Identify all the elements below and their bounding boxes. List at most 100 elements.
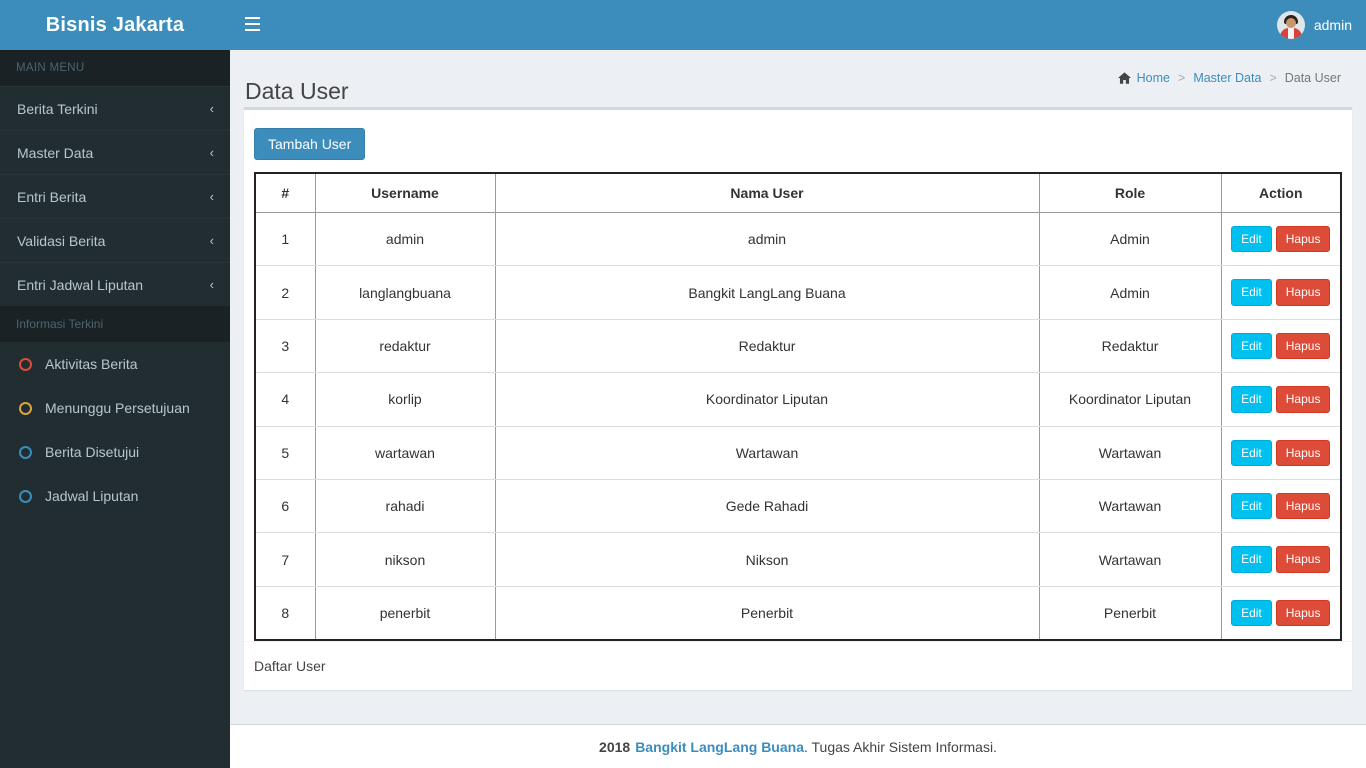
- chevron-left-icon: ‹: [210, 190, 214, 203]
- delete-button[interactable]: Hapus: [1276, 600, 1331, 626]
- cell-role: Wartawan: [1039, 426, 1221, 479]
- cell-username: langlangbuana: [315, 266, 495, 319]
- column-header-nama-user: Nama User: [495, 173, 1039, 213]
- edit-button[interactable]: Edit: [1231, 493, 1272, 519]
- column-header-role: Role: [1039, 173, 1221, 213]
- cell-no: 4: [255, 373, 315, 426]
- cell-role: Admin: [1039, 266, 1221, 319]
- sidebar-item-entri-jadwal-liputan[interactable]: Entri Jadwal Liputan ‹: [0, 262, 230, 306]
- cell-no: 6: [255, 479, 315, 532]
- edit-button[interactable]: Edit: [1231, 386, 1272, 412]
- table-body: 1adminadminAdminEditHapus2langlangbuanaB…: [255, 213, 1341, 641]
- edit-button[interactable]: Edit: [1231, 600, 1272, 626]
- chevron-left-icon: ‹: [210, 234, 214, 247]
- edit-button[interactable]: Edit: [1231, 546, 1272, 572]
- chevron-left-icon: ‹: [210, 146, 214, 159]
- sidebar-section-informasi-terkini: Informasi Terkini: [0, 306, 230, 342]
- sidebar-item-menunggu-persetujuan[interactable]: Menunggu Persetujuan: [0, 386, 230, 430]
- breadcrumb-current: Data User: [1285, 71, 1341, 85]
- cell-username: redaktur: [315, 319, 495, 372]
- edit-button[interactable]: Edit: [1231, 279, 1272, 305]
- cell-role: Redaktur: [1039, 319, 1221, 372]
- breadcrumb: Home > Master Data > Data User: [1118, 71, 1341, 85]
- content-header: Data User Home > Master Data > Data User: [230, 50, 1366, 105]
- edit-button[interactable]: Edit: [1231, 226, 1272, 252]
- brand-logo[interactable]: Bisnis Jakarta: [0, 0, 230, 50]
- cell-action: EditHapus: [1221, 479, 1341, 532]
- cell-username: wartawan: [315, 426, 495, 479]
- cell-username: korlip: [315, 373, 495, 426]
- table-row: 1adminadminAdminEditHapus: [255, 213, 1341, 266]
- sidebar-item-label: Master Data: [17, 145, 210, 161]
- app-root: Bisnis Jakarta MAIN MENU Berita Terkini …: [0, 0, 1366, 768]
- delete-button[interactable]: Hapus: [1276, 546, 1331, 572]
- cell-role: Admin: [1039, 213, 1221, 266]
- edit-button[interactable]: Edit: [1231, 440, 1272, 466]
- table-row: 4korlipKoordinator LiputanKoordinator Li…: [255, 373, 1341, 426]
- top-navbar: admin: [230, 0, 1366, 50]
- chevron-left-icon: ‹: [210, 278, 214, 291]
- sidebar-item-aktivitas-berita[interactable]: Aktivitas Berita: [0, 342, 230, 386]
- cell-action: EditHapus: [1221, 266, 1341, 319]
- delete-button[interactable]: Hapus: [1276, 493, 1331, 519]
- sidebar-item-label: Jadwal Liputan: [45, 488, 138, 504]
- cell-nama-user: Penerbit: [495, 586, 1039, 640]
- cell-nama-user: Gede Rahadi: [495, 479, 1039, 532]
- footer-text: . Tugas Akhir Sistem Informasi.: [804, 739, 997, 755]
- page-footer: 2018 Bangkit LangLang Buana . Tugas Akhi…: [230, 724, 1366, 768]
- cell-no: 5: [255, 426, 315, 479]
- user-menu[interactable]: admin: [1277, 0, 1352, 50]
- breadcrumb-master-data[interactable]: Master Data: [1193, 71, 1261, 85]
- circle-icon: [19, 358, 32, 371]
- delete-button[interactable]: Hapus: [1276, 279, 1331, 305]
- cell-username: penerbit: [315, 586, 495, 640]
- cell-nama-user: Wartawan: [495, 426, 1039, 479]
- sidebar-section-main-menu: MAIN MENU: [0, 50, 230, 86]
- cell-action: EditHapus: [1221, 319, 1341, 372]
- sidebar-item-label: Aktivitas Berita: [45, 356, 138, 372]
- user-table: # Username Nama User Role Action 1admina…: [254, 172, 1342, 641]
- sidebar-item-berita-terkini[interactable]: Berita Terkini ‹: [0, 86, 230, 130]
- delete-button[interactable]: Hapus: [1276, 226, 1331, 252]
- cell-no: 8: [255, 586, 315, 640]
- edit-button[interactable]: Edit: [1231, 333, 1272, 359]
- sidebar-item-master-data[interactable]: Master Data ‹: [0, 130, 230, 174]
- sidebar-item-entri-berita[interactable]: Entri Berita ‹: [0, 174, 230, 218]
- page-title: Data User: [245, 78, 349, 105]
- sidebar-item-validasi-berita[interactable]: Validasi Berita ‹: [0, 218, 230, 262]
- sidebar-item-label: Berita Terkini: [17, 101, 210, 117]
- table-head: # Username Nama User Role Action: [255, 173, 1341, 213]
- cell-username: rahadi: [315, 479, 495, 532]
- table-row: 7niksonNiksonWartawanEditHapus: [255, 533, 1341, 586]
- sidebar-item-label: Validasi Berita: [17, 233, 210, 249]
- cell-nama-user: Redaktur: [495, 319, 1039, 372]
- avatar: [1277, 11, 1305, 39]
- cell-role: Koordinator Liputan: [1039, 373, 1221, 426]
- hamburger-bar: [245, 29, 260, 31]
- sidebar-item-jadwal-liputan[interactable]: Jadwal Liputan: [0, 474, 230, 518]
- hamburger-icon[interactable]: [245, 17, 260, 31]
- delete-button[interactable]: Hapus: [1276, 440, 1331, 466]
- sidebar-item-berita-disetujui[interactable]: Berita Disetujui: [0, 430, 230, 474]
- footer-year: 2018: [599, 739, 630, 755]
- cell-role: Wartawan: [1039, 533, 1221, 586]
- breadcrumb-home[interactable]: Home: [1137, 71, 1170, 85]
- hamburger-bar: [245, 23, 260, 25]
- delete-button[interactable]: Hapus: [1276, 386, 1331, 412]
- cell-nama-user: Koordinator Liputan: [495, 373, 1039, 426]
- cell-no: 2: [255, 266, 315, 319]
- home-icon: [1118, 72, 1131, 84]
- add-user-button[interactable]: Tambah User: [254, 128, 365, 160]
- column-header-username: Username: [315, 173, 495, 213]
- delete-button[interactable]: Hapus: [1276, 333, 1331, 359]
- cell-no: 3: [255, 319, 315, 372]
- footer-link[interactable]: Bangkit LangLang Buana: [635, 739, 804, 755]
- circle-icon: [19, 402, 32, 415]
- column-header-no: #: [255, 173, 315, 213]
- card-footer: Daftar User: [244, 641, 1352, 690]
- cell-nama-user: Nikson: [495, 533, 1039, 586]
- sidebar: Bisnis Jakarta MAIN MENU Berita Terkini …: [0, 0, 230, 768]
- cell-action: EditHapus: [1221, 426, 1341, 479]
- chevron-left-icon: ‹: [210, 102, 214, 115]
- circle-icon: [19, 490, 32, 503]
